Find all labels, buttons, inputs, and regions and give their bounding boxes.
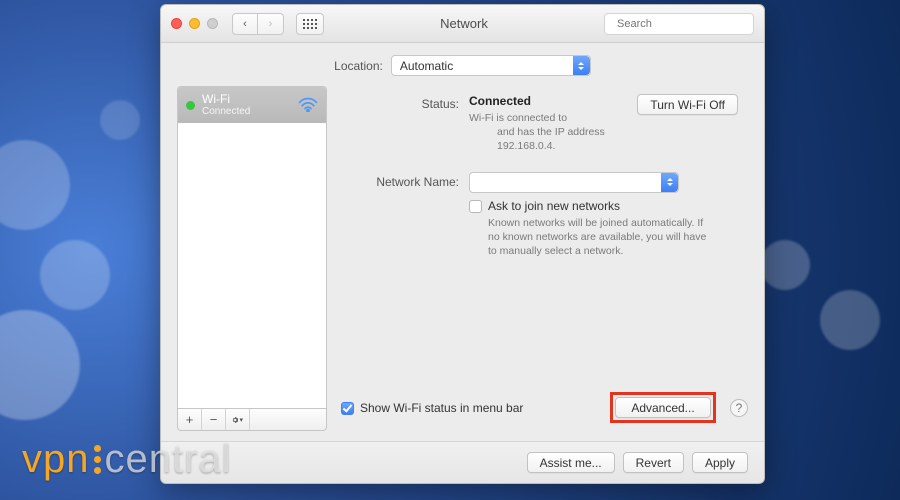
location-label: Location: [334, 59, 383, 73]
revert-button[interactable]: Revert [623, 452, 684, 473]
search-input[interactable] [615, 17, 761, 31]
watermark-right: central [105, 437, 232, 482]
window-controls [171, 18, 218, 29]
location-value: Automatic [400, 59, 453, 73]
forward-button[interactable]: › [258, 13, 284, 35]
status-dot-icon [186, 101, 195, 110]
back-button[interactable]: ‹ [232, 13, 258, 35]
detail-pane: Status: Connected Wi-Fi is connected to … [341, 86, 748, 431]
status-description: Wi-Fi is connected to and has the IP add… [469, 111, 627, 154]
show-all-button[interactable] [296, 13, 324, 35]
network-name-label: Network Name: [341, 172, 459, 193]
titlebar: ‹ › Network [161, 5, 764, 43]
checkbox-icon [469, 200, 482, 213]
close-icon[interactable] [171, 18, 182, 29]
service-text: Wi-Fi Connected [202, 93, 291, 117]
zoom-icon[interactable] [207, 18, 218, 29]
service-name: Wi-Fi [202, 93, 291, 106]
network-preferences-window: ‹ › Network Location: Automatic Wi-Fi [160, 4, 765, 484]
footer: Assist me... Revert Apply [161, 441, 764, 483]
advanced-button[interactable]: Advanced... [615, 397, 711, 418]
network-name-select[interactable] [469, 172, 679, 193]
ask-to-join-checkbox[interactable]: Ask to join new networks Known networks … [469, 199, 738, 259]
minimize-icon[interactable] [189, 18, 200, 29]
search-field[interactable] [604, 13, 754, 35]
gear-icon [232, 414, 238, 426]
service-action-menu[interactable]: ▾ [226, 409, 250, 430]
remove-service-button[interactable]: − [202, 409, 226, 430]
add-service-button[interactable]: + [178, 409, 202, 430]
advanced-highlight: Advanced... [610, 392, 716, 423]
location-select[interactable]: Automatic [391, 55, 591, 76]
show-status-label: Show Wi-Fi status in menu bar [360, 401, 523, 415]
service-toolbar: + − ▾ [177, 409, 327, 431]
status-label: Status: [341, 94, 459, 154]
chevron-up-down-icon [661, 173, 678, 192]
service-sidebar: Wi-Fi Connected + − ▾ [177, 86, 327, 431]
chevron-down-icon: ▾ [239, 416, 243, 424]
checkbox-checked-icon [341, 402, 354, 415]
service-status: Connected [202, 106, 291, 117]
toggle-wifi-button[interactable]: Turn Wi-Fi Off [637, 94, 738, 115]
help-button[interactable]: ? [730, 399, 748, 417]
watermark-left: vpn [22, 437, 90, 482]
body: Wi-Fi Connected + − ▾ [161, 86, 764, 441]
apply-button[interactable]: Apply [692, 452, 748, 473]
show-status-checkbox[interactable]: Show Wi-Fi status in menu bar [341, 401, 523, 415]
watermark-logo: vpn central [22, 437, 232, 482]
service-list[interactable]: Wi-Fi Connected [177, 86, 327, 409]
grid-icon [303, 19, 317, 29]
nav-back-forward: ‹ › [232, 13, 284, 35]
window-title: Network [330, 16, 598, 31]
service-item-wifi[interactable]: Wi-Fi Connected [178, 87, 326, 123]
chevron-up-down-icon [573, 56, 590, 75]
bottom-row: Show Wi-Fi status in menu bar Advanced..… [341, 386, 748, 431]
ask-to-join-label: Ask to join new networks [488, 199, 708, 213]
watermark-dots-icon [94, 445, 101, 474]
status-value: Connected [469, 94, 627, 108]
location-row: Location: Automatic [161, 43, 764, 86]
assist-me-button[interactable]: Assist me... [527, 452, 615, 473]
ask-to-join-description: Known networks will be joined automatica… [488, 216, 708, 259]
wifi-icon [298, 96, 318, 115]
